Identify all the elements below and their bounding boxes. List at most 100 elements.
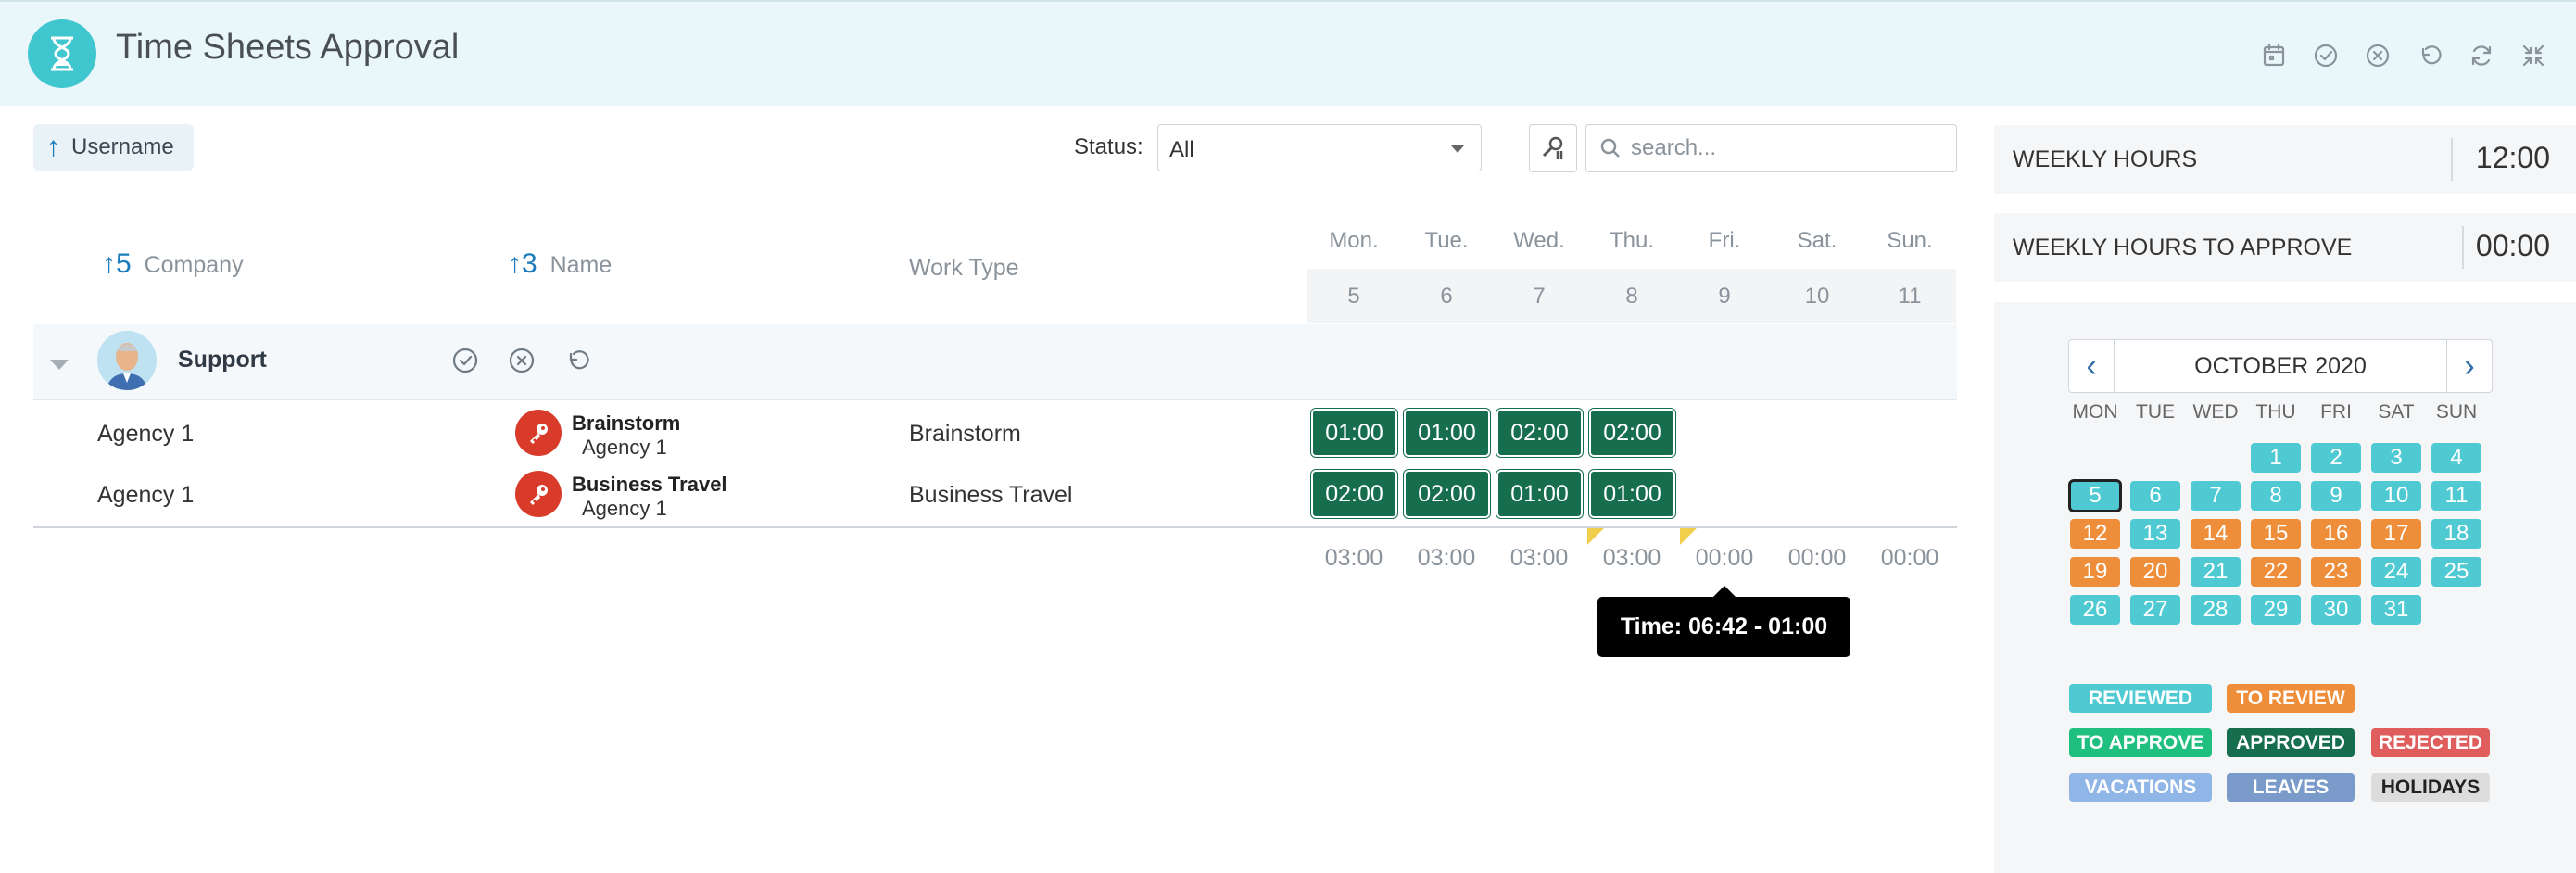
day-header: Fri. [1708, 228, 1741, 253]
work-type-cell: Brainstorm [909, 421, 1021, 447]
undo-icon[interactable] [2415, 41, 2444, 70]
calendar-day[interactable]: 18 [2431, 519, 2481, 549]
company-cell: Agency 1 [97, 482, 195, 508]
calendar-day[interactable]: 25 [2431, 557, 2481, 587]
note-flag-icon[interactable] [1680, 528, 1697, 545]
calendar-day[interactable]: 13 [2130, 519, 2180, 549]
calendar-day[interactable]: 26 [2070, 595, 2120, 625]
legend-vacations: VACATIONS [2069, 773, 2212, 802]
calendar-day[interactable]: 7 [2191, 481, 2241, 511]
hours-cell[interactable]: 01:00 [1311, 409, 1397, 457]
reject-group-icon[interactable] [507, 346, 537, 375]
calendar-day[interactable]: 10 [2371, 481, 2421, 511]
calendar-day[interactable]: 4 [2431, 443, 2481, 473]
legend-rejected: REJECTED [2371, 728, 2490, 757]
sort-username-chip[interactable]: ↑ Username [33, 124, 194, 171]
undo-group-icon[interactable] [562, 346, 592, 375]
calendar-day[interactable]: 14 [2191, 519, 2241, 549]
hours-cell[interactable]: 02:00 [1496, 409, 1583, 457]
calendar-day[interactable]: 19 [2070, 557, 2120, 587]
calendar-day[interactable]: 11 [2431, 481, 2481, 511]
calendar-day[interactable]: 29 [2251, 595, 2301, 625]
status-select[interactable]: All [1157, 124, 1482, 171]
legend-to-review: TO REVIEW [2227, 684, 2355, 713]
column-company[interactable]: ↑5 Company [102, 248, 244, 280]
approve-all-icon[interactable] [2311, 41, 2341, 70]
filter-button[interactable] [1529, 124, 1577, 172]
calendar-day[interactable]: 12 [2070, 519, 2120, 549]
group-row [33, 324, 1957, 400]
next-month-button[interactable]: › [2447, 340, 2492, 392]
hours-cell[interactable]: 02:00 [1404, 470, 1490, 518]
search-icon [1600, 138, 1620, 158]
calendar-icon[interactable] [2259, 41, 2289, 70]
calendar-day[interactable]: 21 [2191, 557, 2241, 587]
column-label: Company [144, 252, 244, 278]
weekday-label: THU [2255, 401, 2296, 423]
legend-approved: APPROVED [2227, 728, 2355, 757]
prev-month-button[interactable]: ‹ [2069, 340, 2114, 392]
sort-arrow-icon: ↑ [508, 248, 522, 279]
calendar-day[interactable]: 28 [2191, 595, 2241, 625]
calendar-day[interactable]: 22 [2251, 557, 2301, 587]
weekly-hours-label: WEEKLY HOURS [2013, 146, 2198, 172]
sort-index: 5 [116, 248, 132, 279]
day-header: Sat. [1797, 228, 1837, 253]
calendar-day[interactable]: 3 [2371, 443, 2421, 473]
key-icon [515, 471, 562, 517]
legend-leaves: LEAVES [2227, 773, 2355, 802]
column-name[interactable]: ↑3 Name [508, 248, 612, 280]
hours-cell[interactable]: 02:00 [1311, 470, 1397, 518]
day-total: 00:00 [1695, 545, 1754, 571]
calendar-day[interactable]: 20 [2130, 557, 2180, 587]
approve-group-icon[interactable] [450, 346, 480, 375]
calendar-day[interactable]: 31 [2371, 595, 2421, 625]
calendar-day[interactable]: 15 [2251, 519, 2301, 549]
app-header: Time Sheets Approval [0, 0, 2576, 106]
key-icon [515, 410, 562, 456]
calendar-day[interactable]: 24 [2371, 557, 2421, 587]
hourglass-logo-icon [28, 19, 96, 88]
refresh-icon[interactable] [2467, 41, 2496, 70]
day-number: 5 [1347, 284, 1360, 309]
hours-cell[interactable]: 01:00 [1496, 470, 1583, 518]
totals-divider [33, 526, 1957, 528]
divider [2462, 226, 2464, 269]
day-number: 8 [1625, 284, 1638, 309]
calendar-day[interactable]: 1 [2251, 443, 2301, 473]
hours-cell[interactable]: 02:00 [1589, 409, 1675, 457]
calendar-day[interactable]: 5 [2068, 479, 2122, 512]
weekday-label: SAT [2378, 401, 2415, 423]
calendar-day[interactable]: 2 [2311, 443, 2361, 473]
weekly-approve-value: 00:00 [2475, 229, 2550, 262]
calendar-day[interactable]: 9 [2311, 481, 2361, 511]
note-flag-icon[interactable] [1587, 528, 1604, 545]
collapse-group-icon[interactable] [50, 360, 69, 370]
calendar-day[interactable]: 17 [2371, 519, 2421, 549]
calendar-day[interactable]: 23 [2311, 557, 2361, 587]
hours-cell[interactable]: 01:00 [1589, 470, 1675, 518]
day-header: Wed. [1513, 228, 1565, 253]
legend-reviewed: REVIEWED [2069, 684, 2212, 713]
calendar-day[interactable]: 27 [2130, 595, 2180, 625]
calendar-day[interactable]: 30 [2311, 595, 2361, 625]
legend-holidays: HOLIDAYS [2371, 773, 2490, 802]
search-input[interactable] [1631, 134, 1946, 162]
weekday-label: MON [2072, 401, 2118, 423]
search-box[interactable] [1585, 124, 1957, 172]
activity-name: Brainstorm [572, 411, 681, 435]
weekday-label: WED [2192, 401, 2239, 423]
hours-cell[interactable]: 01:00 [1404, 409, 1490, 457]
day-header: Thu. [1609, 228, 1655, 253]
status-label: Status: [1074, 134, 1143, 159]
calendar-day[interactable]: 6 [2130, 481, 2180, 511]
reject-all-icon[interactable] [2363, 41, 2393, 70]
work-type-cell: Business Travel [909, 482, 1073, 508]
legend-to-approve: TO APPROVE [2069, 728, 2212, 757]
column-work-type[interactable]: Work Type [909, 255, 1019, 282]
calendar-day[interactable]: 8 [2251, 481, 2301, 511]
day-header: Sun. [1887, 228, 1933, 253]
collapse-icon[interactable] [2519, 41, 2548, 70]
weekday-label: FRI [2320, 401, 2352, 423]
calendar-day[interactable]: 16 [2311, 519, 2361, 549]
